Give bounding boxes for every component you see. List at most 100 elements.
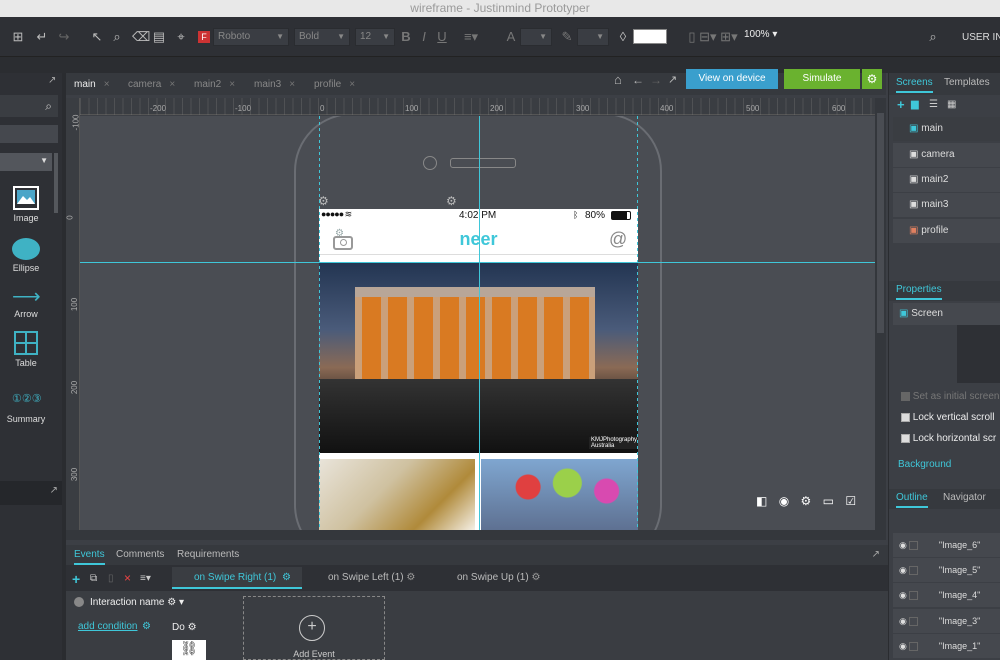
outline-item[interactable]: ◉ "Image_4" (893, 583, 1000, 607)
add-screen-icon[interactable]: + (897, 97, 905, 112)
tab-main[interactable]: main × (74, 79, 110, 90)
close-icon[interactable]: × (229, 79, 235, 90)
gear-icon[interactable]: ⚙ (142, 621, 151, 632)
screen-item-main2[interactable]: ▣ main2 (893, 168, 1000, 192)
palette-search-bar[interactable]: ⌕ (0, 95, 58, 117)
grid-view-icon[interactable]: ▦ (947, 99, 956, 110)
lock-icon[interactable] (909, 642, 919, 652)
align-icon[interactable]: ≡▾ (458, 29, 484, 45)
tab-main3[interactable]: main3 × (254, 79, 295, 90)
close-icon[interactable]: × (349, 79, 355, 90)
eye-icon[interactable]: ◉ (779, 494, 789, 508)
palette-image[interactable]: Image (0, 186, 52, 223)
gear-icon[interactable]: ⚙ (188, 622, 197, 633)
add-circle-icon[interactable]: + (299, 615, 325, 641)
add-event-area[interactable]: + Add Event (243, 596, 385, 660)
font-weight-select[interactable]: Bold ▼ (294, 28, 350, 46)
split-view-icon[interactable]: ◧ (756, 494, 767, 508)
font-size-select[interactable]: 12 ▼ (355, 28, 395, 46)
palette-scrollbar[interactable] (54, 153, 58, 213)
fill-drop-icon[interactable]: ◊ (617, 29, 629, 45)
search-icon[interactable]: ⌕ (45, 99, 52, 114)
checklist-icon[interactable]: ☑ (845, 494, 856, 508)
layout-icon[interactable]: ⊞ (10, 29, 26, 45)
food-image[interactable] (319, 459, 475, 538)
home-icon[interactable]: ⌂ (614, 72, 622, 87)
tab-main2[interactable]: main2 × (194, 79, 235, 90)
spiral-icon[interactable]: @ (609, 230, 627, 248)
zoom-select[interactable]: 100% ▾ (744, 29, 777, 40)
guide-line-horizontal[interactable] (80, 262, 875, 263)
gear-icon[interactable]: ⚙ (531, 572, 540, 583)
bold-icon[interactable]: B (400, 29, 412, 45)
background-link[interactable]: Background (898, 459, 951, 470)
lock-vertical-scroll-checkbox[interactable]: Lock vertical scroll (901, 412, 994, 423)
tab-properties[interactable]: Properties (896, 284, 942, 300)
tab-events[interactable]: Events (74, 549, 105, 565)
add-condition-link[interactable]: add condition (78, 621, 138, 632)
event-tab-swipe-left[interactable]: on Swipe Left (1) ⚙ (328, 572, 415, 583)
paste-icon[interactable]: ▯ (108, 573, 114, 584)
outline-item[interactable]: ◉ "Image_6" (893, 533, 1000, 557)
gear-icon[interactable]: ⚙ (282, 572, 291, 583)
palette-filter[interactable] (0, 125, 58, 143)
tab-templates[interactable]: Templates (944, 77, 990, 88)
tab-navigator[interactable]: Navigator (943, 492, 986, 503)
redo-icon[interactable]: ↪ (56, 29, 72, 45)
expand-icon[interactable]: ↗ (872, 549, 880, 560)
eye-icon[interactable]: ◉ (899, 565, 907, 575)
zoom-icon[interactable]: ⌕ (110, 29, 124, 45)
eraser-icon[interactable]: ⌫ (132, 29, 150, 45)
outline-item[interactable]: ◉ "Image_5" (893, 558, 1000, 582)
pen-icon[interactable]: ✎ (560, 29, 574, 45)
lock-icon[interactable] (909, 541, 919, 551)
tab-requirements[interactable]: Requirements (177, 549, 239, 560)
checkbox-icon[interactable] (901, 391, 910, 401)
comment-icon[interactable]: ▭ (823, 494, 834, 508)
interaction-name[interactable]: Interaction name ⚙ ▾ (90, 597, 184, 608)
event-tab-swipe-right[interactable]: on Swipe Right (1) ⚙ (172, 567, 302, 589)
set-initial-screen-checkbox[interactable]: Set as initial screen (901, 391, 1000, 402)
menu-icon[interactable]: ≡▾ (140, 573, 151, 584)
line-color-select[interactable]: ▼ (577, 28, 609, 46)
tab-camera[interactable]: camera × (128, 79, 175, 90)
back-arrow-icon[interactable]: ← (632, 73, 644, 87)
screen-item-profile[interactable]: ▣ profile (893, 219, 1000, 243)
italic-icon[interactable]: I (418, 29, 430, 45)
close-icon[interactable]: × (104, 79, 110, 90)
event-tab-swipe-up[interactable]: on Swipe Up (1) ⚙ (457, 572, 540, 583)
simulate-button[interactable]: Simulate (784, 69, 860, 89)
paint-icon[interactable]: ▤ (152, 29, 166, 45)
gear-icon[interactable]: ⚙ (406, 572, 415, 583)
eye-icon[interactable]: ◉ (899, 590, 907, 600)
tab-outline[interactable]: Outline (896, 492, 928, 508)
simulate-settings-icon[interactable]: ⚙ (862, 69, 882, 89)
canvas-horizontal-scrollbar[interactable] (66, 530, 886, 540)
list-view-icon[interactable]: ☰ (929, 99, 938, 110)
underline-icon[interactable]: U (436, 29, 448, 45)
lanterns-image[interactable] (481, 459, 638, 538)
font-family-select[interactable]: Roboto ▼ (213, 28, 289, 46)
lock-horizontal-scroll-checkbox[interactable]: Lock horizontal scr (901, 433, 996, 444)
tab-comments[interactable]: Comments (116, 549, 164, 560)
lock-icon[interactable] (909, 566, 919, 576)
expand-icon[interactable]: ↗ (48, 75, 56, 86)
gear-icon[interactable]: ⚙ (446, 194, 457, 208)
eye-icon[interactable]: ◉ (899, 641, 907, 651)
copy-icon[interactable]: ⧉ (90, 573, 97, 584)
screen-item-main[interactable]: ▣ main (893, 117, 1000, 141)
user-menu[interactable]: USER INT (962, 32, 1000, 43)
lock-icon[interactable] (909, 591, 919, 601)
outline-item[interactable]: ◉ "Image_1" (893, 634, 1000, 658)
palette-category-select[interactable]: ▼ (0, 153, 52, 171)
palette-arrow[interactable]: ⟶ Arrow (0, 287, 52, 319)
forward-arrow-icon[interactable]: → (650, 73, 662, 87)
canvas-vertical-scrollbar[interactable] (875, 98, 886, 538)
text-color-icon[interactable]: A (505, 29, 517, 45)
add-event-icon[interactable]: + (72, 571, 80, 587)
chevron-down-icon[interactable]: ▾ (179, 597, 184, 608)
screen-item-main3[interactable]: ▣ main3 (893, 193, 1000, 217)
checkbox-icon[interactable] (901, 433, 910, 443)
arrange-icons[interactable]: ▯ ⊟▾ ⊞▾ (688, 29, 738, 45)
close-icon[interactable]: × (289, 79, 295, 90)
